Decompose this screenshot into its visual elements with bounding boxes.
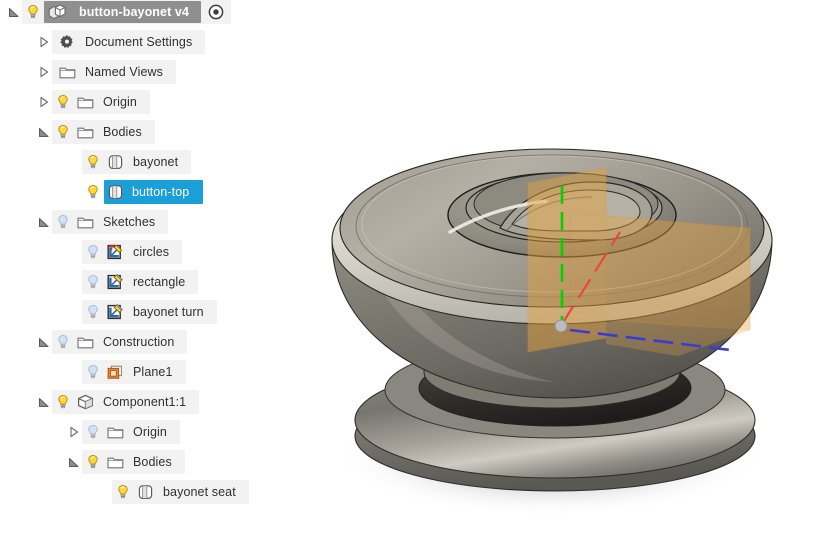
folder-icon: [74, 330, 96, 354]
plane-icon: [104, 360, 126, 384]
expand-arrow-root[interactable]: [6, 0, 22, 24]
visibility-bulb-component1-bodies[interactable]: [82, 450, 104, 474]
collapse-arrow-construction[interactable]: [36, 330, 52, 354]
tree-label-origin: Origin: [103, 95, 137, 109]
tree-row-bayonet[interactable]: bayonet: [0, 150, 300, 174]
tree-label-button-top: button-top: [132, 185, 190, 199]
expand-arrow-named-views[interactable]: [36, 60, 52, 84]
tree-row-root[interactable]: button-bayonet v4: [0, 0, 300, 24]
sketch-icon: [104, 270, 126, 294]
tree-row-document-settings[interactable]: Document Settings: [0, 30, 300, 54]
tree-row-named-views[interactable]: Named Views: [0, 60, 300, 84]
tree-label-component1-origin: Origin: [133, 425, 167, 439]
expand-arrow-document-settings[interactable]: [36, 30, 52, 54]
tree-row-bodies[interactable]: Bodies: [0, 120, 300, 144]
body-icon: [104, 180, 126, 204]
tree-row-component1-bodies[interactable]: Bodies: [0, 450, 300, 474]
sketch-pinned-icon: [104, 240, 126, 264]
tree-row-bayonet-turn[interactable]: bayonet turn: [0, 300, 300, 324]
folder-icon: [74, 210, 96, 234]
visibility-bulb-button-top[interactable]: [82, 180, 104, 204]
tree-label-component1-bodies: Bodies: [133, 455, 172, 469]
collapse-arrow-sketches[interactable]: [36, 210, 52, 234]
root-name-chip[interactable]: button-bayonet v4: [44, 0, 202, 24]
visibility-bulb-construction[interactable]: [52, 330, 74, 354]
tree-row-circles[interactable]: circles: [0, 240, 300, 264]
visibility-bulb-origin[interactable]: [52, 90, 74, 114]
root-label: button-bayonet v4: [79, 5, 190, 19]
visibility-bulb-plane1[interactable]: [82, 360, 104, 384]
tree-label-bayonet: bayonet: [133, 155, 179, 169]
tree-row-rectangle[interactable]: rectangle: [0, 270, 300, 294]
tree-row-sketches[interactable]: Sketches: [0, 210, 300, 234]
tree-row-plane1[interactable]: Plane1: [0, 360, 300, 384]
visibility-bulb-component1[interactable]: [52, 390, 74, 414]
tree-row-component1[interactable]: Component1:1: [0, 390, 300, 414]
expand-arrow-origin[interactable]: [36, 90, 52, 114]
collapse-arrow-component1-bodies[interactable]: [66, 450, 82, 474]
visibility-bulb-bodies[interactable]: [52, 120, 74, 144]
tree-label-bayonet-seat: bayonet seat: [163, 485, 236, 499]
tree-label-component1: Component1:1: [103, 395, 187, 409]
tree-label-circles: circles: [133, 245, 170, 259]
component-icon: [74, 390, 96, 414]
expand-arrow-component1-origin[interactable]: [66, 420, 82, 444]
selected-item-chip[interactable]: button-top: [104, 180, 204, 204]
tree-label-rectangle: rectangle: [133, 275, 186, 289]
tree-row-origin[interactable]: Origin: [0, 90, 300, 114]
tree-label-plane1: Plane1: [133, 365, 173, 379]
folder-icon: [104, 450, 126, 474]
visibility-bulb-circles[interactable]: [82, 240, 104, 264]
tree-row-construction[interactable]: Construction: [0, 330, 300, 354]
folder-icon: [56, 60, 78, 84]
gear-icon: [56, 30, 78, 54]
visibility-bulb-root[interactable]: [22, 0, 44, 24]
visibility-bulb-bayonet-seat[interactable]: [112, 480, 134, 504]
model-render[interactable]: [300, 0, 830, 544]
visibility-bulb-bayonet[interactable]: [82, 150, 104, 174]
tree-row-component1-origin[interactable]: Origin: [0, 420, 300, 444]
3d-viewport[interactable]: [300, 0, 830, 544]
tree-label-document-settings: Document Settings: [85, 35, 193, 49]
tree-label-bayonet-turn: bayonet turn: [133, 305, 204, 319]
collapse-arrow-component1[interactable]: [36, 390, 52, 414]
body-icon: [134, 480, 156, 504]
tree-row-button-top[interactable]: button-top: [0, 180, 300, 204]
tree-label-sketches: Sketches: [103, 215, 156, 229]
folder-icon: [74, 120, 96, 144]
visibility-bulb-bayonet-turn[interactable]: [82, 300, 104, 324]
visibility-bulb-rectangle[interactable]: [82, 270, 104, 294]
origin-point: [554, 319, 568, 333]
tree-label-named-views: Named Views: [85, 65, 163, 79]
folder-icon: [104, 420, 126, 444]
tree-label-bodies: Bodies: [103, 125, 142, 139]
tree-row-bayonet-seat[interactable]: bayonet seat: [0, 480, 300, 504]
tree-label-construction: Construction: [103, 335, 175, 349]
visibility-bulb-sketches[interactable]: [52, 210, 74, 234]
sketch-icon: [104, 300, 126, 324]
browser-tree-panel[interactable]: button-bayonet v4 Document Settings Named …: [0, 0, 300, 544]
folder-icon: [74, 90, 96, 114]
document-icon: [46, 0, 68, 24]
body-icon: [104, 150, 126, 174]
visibility-bulb-component1-origin[interactable]: [82, 420, 104, 444]
radio-target-icon[interactable]: [205, 0, 227, 24]
collapse-arrow-bodies[interactable]: [36, 120, 52, 144]
